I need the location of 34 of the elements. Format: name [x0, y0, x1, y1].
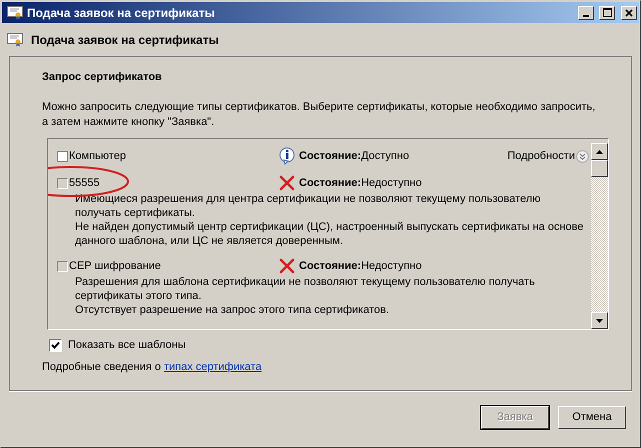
status-description: Не найден допустимый центр сертификации (ЦС), настроенный выпускать сертификаты на основе данного шаблона, или ЦС не является доверенным. [75, 220, 585, 248]
close-button[interactable] [621, 6, 637, 20]
section-description: Можно запросить следующие типы сертификатов. Выберите сертификаты, которые необходимо запросить, а затем нажмите кнопку "Заявка". [42, 100, 596, 130]
section-title: Запрос сертификатов [42, 71, 163, 83]
minimize-icon [583, 14, 589, 16]
window-title: Подача заявок на сертификаты [27, 6, 216, 20]
maximize-button[interactable] [599, 6, 615, 20]
status-description: Разрешения для шаблона сертификации не позволяют текущему пользователю получать сертификаты этого типа. [75, 275, 536, 303]
certificate-icon [7, 32, 23, 46]
certificate-icon [7, 6, 23, 20]
certificate-name: CEP шифрование [69, 260, 162, 272]
scroll-thumb[interactable] [591, 160, 608, 177]
scrollbar[interactable] [591, 143, 608, 329]
scroll-down-icon[interactable] [596, 318, 603, 322]
more-info-text: Подробные сведения о типах сертификата [42, 361, 263, 373]
status-description: Отсутствует разрешение на запрос этого типа сертификатов. [75, 303, 390, 317]
status-text: Состояние:Недоступно [299, 177, 422, 189]
minimize-button[interactable] [578, 6, 594, 20]
expand-chevron-icon[interactable] [576, 150, 589, 162]
checkbox[interactable] [49, 338, 62, 352]
maximize-icon [602, 8, 612, 17]
certificate-name: 55555 [69, 177, 101, 189]
status-text: Состояние:Недоступно [299, 260, 422, 272]
checkbox-label[interactable]: Показать все шаблоны [68, 339, 186, 351]
page-title: Подача заявок на сертификаты [31, 32, 219, 46]
status-text: Состояние:Доступно [299, 150, 410, 162]
certificate-name: Компьютер [69, 150, 127, 162]
status-description: Имеющиеся разрешения для центра сертификации не позволяют текущему пользователю получать сертификаты. [75, 192, 542, 220]
details-link[interactable]: Подробности [507, 150, 575, 162]
scroll-up-icon[interactable] [596, 150, 603, 154]
certificate-types-link[interactable]: типах сертификата [164, 361, 262, 373]
dialog-button[interactable]: Отмена [558, 406, 626, 428]
checkbox[interactable] [57, 150, 68, 162]
close-icon [625, 8, 633, 16]
